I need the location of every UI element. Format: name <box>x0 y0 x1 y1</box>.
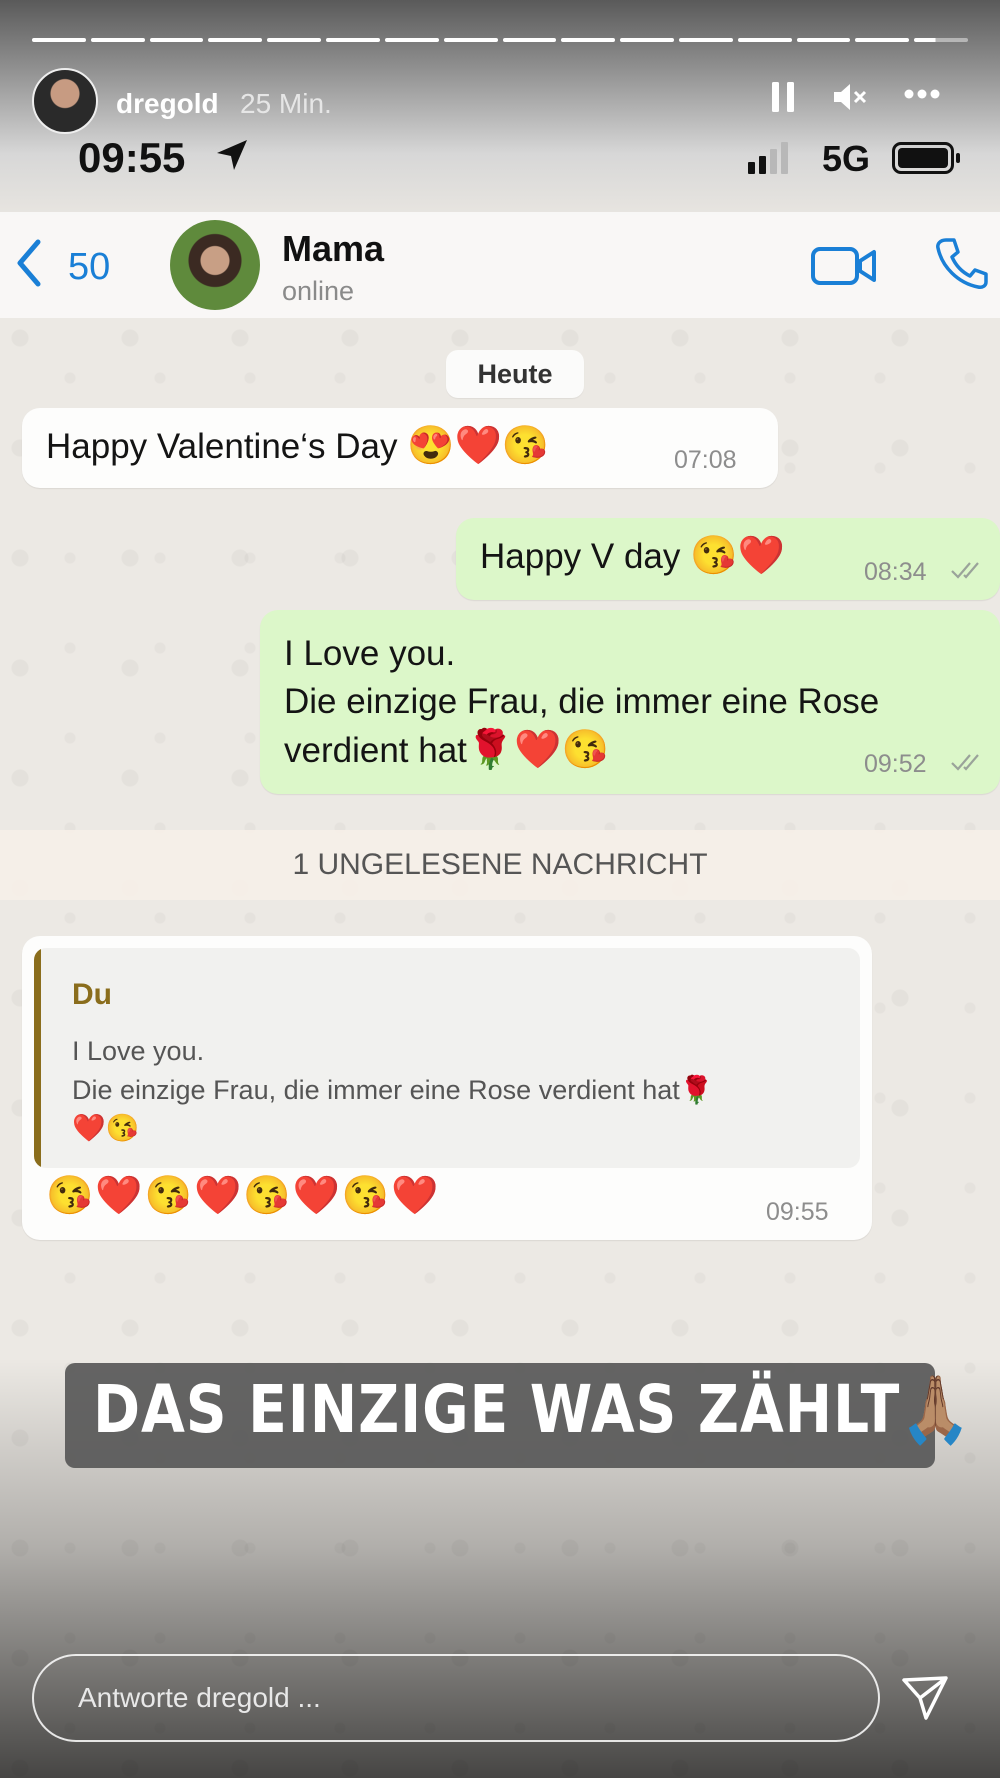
mute-icon[interactable] <box>832 82 868 112</box>
message-line: verdient hat <box>284 731 467 770</box>
status-bar: 09:55 5G <box>0 130 1000 190</box>
signal-strength-icon <box>748 140 788 174</box>
story-username[interactable]: dregold <box>116 88 219 120</box>
progress-segment-current <box>914 38 968 42</box>
back-chevron-icon[interactable] <box>14 238 44 288</box>
progress-segment <box>149 38 204 42</box>
message-text: Happy V day <box>480 537 681 576</box>
contact-name[interactable]: Mama <box>282 228 384 270</box>
message-line: Die einzige Frau, die immer eine Rose <box>284 682 880 721</box>
video-call-icon[interactable] <box>810 244 878 288</box>
quote-line: ❤️😘 <box>72 1113 140 1143</box>
contact-status: online <box>282 276 355 306</box>
story-caption: DAS EINZIGE WAS ZÄHLT🙏🏽 <box>65 1363 971 1468</box>
network-type: 5G <box>822 138 871 179</box>
progress-segment <box>443 38 498 42</box>
progress-segment <box>678 38 733 42</box>
story-header: dregold 25 Min. <box>32 68 972 138</box>
read-receipt-icon <box>951 562 979 579</box>
progress-segment <box>737 38 792 42</box>
status-time: 09:55 <box>78 134 186 181</box>
message-emojis: 😍❤️😘 <box>407 425 550 467</box>
message-bubble-outgoing[interactable]: I Love you. Die einzige Frau, die immer … <box>260 610 1000 794</box>
story-progress-bar <box>32 38 968 43</box>
send-icon[interactable] <box>900 1672 950 1722</box>
story-reply-input[interactable]: Antworte dregold ... <box>32 1654 880 1742</box>
voice-call-icon[interactable] <box>934 236 988 290</box>
message-text: 😘❤️😘❤️😘❤️😘❤️ <box>46 1175 441 1217</box>
progress-segment <box>502 38 557 42</box>
story-viewer: dregold 25 Min. 09:55 5G 50 Mama online … <box>0 0 1000 1778</box>
progress-segment <box>32 38 86 42</box>
progress-segment <box>561 38 616 42</box>
message-bubble-outgoing[interactable]: Happy V day 😘❤️ 08:34 <box>456 518 1000 600</box>
caption-text: DAS EINZIGE WAS ZÄHLT🙏🏽 <box>93 1371 972 1448</box>
location-arrow-icon <box>217 140 247 170</box>
message-time: 09:55 <box>766 1198 829 1226</box>
progress-segment <box>208 38 263 42</box>
message-emojis: 🌹❤️😘 <box>466 729 609 771</box>
progress-segment <box>620 38 674 42</box>
chat-header: 50 Mama online <box>0 212 1000 318</box>
progress-segment <box>90 38 145 42</box>
contact-avatar[interactable] <box>170 220 260 310</box>
progress-segment <box>796 38 851 42</box>
story-user-avatar[interactable] <box>32 68 98 134</box>
message-bubble-incoming[interactable]: Happy Valentine‘s Day 😍❤️😘 07:08 <box>22 408 778 488</box>
message-time: 09:52 <box>864 750 927 778</box>
unread-messages-banner: 1 UNGELESENE NACHRICHT <box>0 830 1000 900</box>
message-time: 08:34 <box>864 558 927 586</box>
quote-line: I Love you. <box>72 1036 205 1066</box>
message-line: I Love you. <box>284 634 456 673</box>
progress-segment <box>326 38 380 42</box>
date-separator: Heute <box>446 350 584 398</box>
message-bubble-incoming-reply[interactable]: Du I Love you. Die einzige Frau, die imm… <box>22 936 872 1240</box>
quote-accent-bar <box>34 948 41 1168</box>
pause-icon[interactable] <box>770 82 796 112</box>
progress-segment <box>267 38 322 42</box>
message-emojis: 😘❤️ <box>690 535 785 577</box>
message-text: Happy Valentine‘s Day <box>46 427 398 466</box>
message-time: 07:08 <box>674 446 737 474</box>
progress-segment <box>855 38 910 42</box>
progress-segment <box>384 38 439 42</box>
more-options-icon[interactable] <box>904 88 940 100</box>
quote-author: Du <box>72 978 112 1011</box>
reply-placeholder: Antworte dregold ... <box>78 1682 321 1713</box>
back-unread-count[interactable]: 50 <box>68 246 110 289</box>
quoted-message[interactable]: Du I Love you. Die einzige Frau, die imm… <box>34 948 860 1168</box>
battery-icon <box>892 142 960 174</box>
read-receipt-icon <box>951 754 979 771</box>
story-time-ago: 25 Min. <box>240 88 332 119</box>
quote-line: Die einzige Frau, die immer eine Rose ve… <box>72 1075 714 1105</box>
